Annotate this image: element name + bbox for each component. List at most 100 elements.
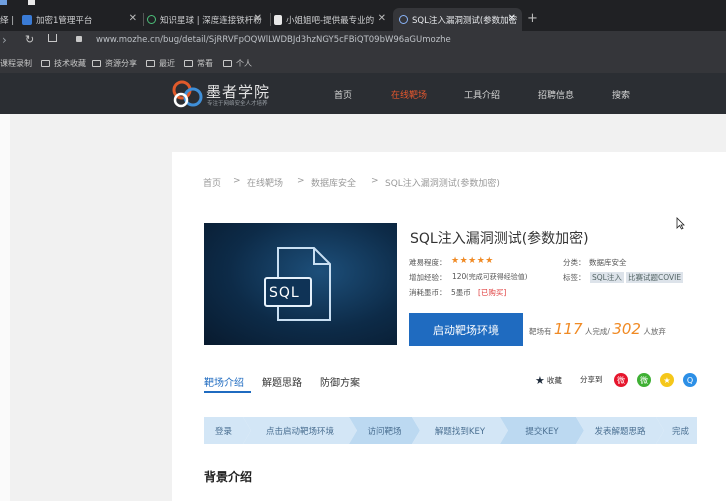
tab-label: 知识星球 | 深度连接铁杆粉 (160, 15, 262, 26)
nav-online-range[interactable]: 在线靶场 (391, 88, 427, 101)
favorite-button[interactable]: ★ 收藏 (535, 374, 562, 387)
difficulty-stars: ★★★★★ (451, 256, 494, 266)
folder-icon (146, 60, 155, 67)
browser-tab-active[interactable]: SQL注入漏洞测试(参数加密 ✕ (393, 8, 522, 31)
category-label: 分类： (563, 258, 586, 267)
close-icon[interactable]: ✕ (378, 13, 386, 24)
section-heading: 背景介绍 (204, 470, 253, 484)
step-post-solution: 发表解题思路 (594, 426, 646, 437)
page-favicon (274, 14, 282, 25)
tab-divider (143, 13, 144, 26)
tab-divider (270, 13, 271, 26)
close-icon[interactable]: ✕ (508, 13, 516, 24)
favorite-label: 收藏 (546, 376, 562, 385)
bookmark-folder[interactable]: 常看 (184, 58, 213, 69)
step-login: 登录 (214, 426, 232, 437)
tab-range-intro[interactable]: 靶场介绍 (204, 374, 244, 389)
tags-label: 标签： (563, 273, 586, 282)
qzone-icon[interactable]: ★ (660, 373, 674, 387)
nav-tools[interactable]: 工具介绍 (464, 88, 500, 101)
stat-prefix: 靶场有 (529, 327, 552, 336)
breadcrumb-separator: > (371, 176, 379, 186)
reload-icon[interactable]: ↻ (25, 33, 34, 46)
url-text[interactable]: www.mozhe.cn/bug/detail/SjRRVFpOQWlLWDBJ… (96, 35, 451, 45)
mouse-cursor-icon (676, 217, 685, 230)
qq-icon[interactable]: Q (683, 373, 697, 387)
bookmark-label: 技术收藏 (54, 59, 86, 68)
category-value[interactable]: 数据库安全 (589, 257, 627, 268)
step-find-key: 解题找到KEY (434, 426, 486, 437)
mozhe-logo-icon[interactable] (171, 79, 205, 109)
step-complete: 完成 (671, 426, 689, 437)
nav-home[interactable]: 首页 (334, 88, 352, 101)
completed-suffix: 人完成/ (584, 327, 610, 336)
tab-label: 小姐姐吧-提供最专业的 (286, 15, 375, 26)
close-icon[interactable]: ✕ (129, 13, 137, 24)
bookmark-label: 课程录制 (0, 59, 32, 68)
breadcrumb-online-range[interactable]: 在线靶场 (247, 176, 283, 189)
window-icon (28, 0, 35, 5)
browser-tab[interactable]: 绎 | (0, 8, 24, 31)
bookmark-label: 常看 (197, 59, 213, 68)
folder-icon (223, 60, 232, 67)
bookmark-label: 最近 (159, 59, 175, 68)
close-icon[interactable]: ✕ (254, 13, 262, 24)
tag-competition[interactable]: 比赛试题COVIE (626, 272, 684, 283)
browser-tab[interactable]: 知识星球 | 深度连接铁杆粉 ✕ (147, 8, 268, 31)
exp-label: 增加经验： (409, 273, 447, 282)
step-start-range: 点击启动靶场环境 (265, 426, 334, 437)
breadcrumb-home[interactable]: 首页 (203, 176, 221, 189)
challenge-title: SQL注入漏洞测试(参数加密) (410, 231, 589, 247)
solve-steps: 登录 点击启动靶场环境 访问靶场 解题找到KEY 提交KEY 发表解题思路 完成 (204, 417, 697, 444)
home-icon[interactable] (48, 34, 57, 42)
tab-label: SQL注入漏洞测试(参数加密 (412, 15, 518, 26)
bookmark-label: 资源分享 (105, 59, 137, 68)
site-favicon (22, 14, 32, 25)
page-margin (0, 114, 10, 501)
breadcrumb-current: SQL注入漏洞测试(参数加密) (385, 179, 500, 189)
star-icon: ★ (535, 374, 545, 387)
completed-count: 117 (553, 320, 583, 338)
wechat-icon[interactable]: 微 (637, 373, 651, 387)
folder-icon (92, 60, 101, 67)
browser-tab[interactable]: 小姐姐吧-提供最专业的 ✕ (274, 8, 392, 31)
tab-solution-ideas[interactable]: 解题思路 (262, 374, 302, 389)
bookmark-folder[interactable]: 资源分享 (92, 58, 137, 69)
purchased-badge: [已购买] (478, 288, 507, 297)
step-visit-range: 访问靶场 (367, 426, 402, 437)
completion-stats: 靶场有 117 人完成/ 302 人放弃 (529, 320, 666, 338)
folder-icon (184, 60, 193, 67)
sql-file-label: SQL (269, 285, 300, 301)
weibo-icon[interactable]: 微 (614, 373, 628, 387)
step-submit-key: 提交KEY (525, 426, 559, 437)
breadcrumb-separator: > (233, 176, 241, 186)
tag-sql-injection[interactable]: SQL注入 (590, 272, 624, 283)
tab-label: 绎 | (0, 15, 15, 26)
mozhe-favicon (399, 15, 408, 24)
bookmark-folder[interactable]: 技术收藏 (41, 58, 86, 69)
bookmark-folder[interactable]: 个人 (223, 58, 252, 69)
window-icon (0, 0, 7, 5)
breadcrumb-db-security[interactable]: 数据库安全 (311, 176, 356, 189)
browser-tab[interactable]: 加密1管理平台 ✕ (22, 8, 143, 31)
new-tab-icon[interactable]: + (527, 11, 538, 26)
site-slogan: 专注于网络安全人才培养 (207, 101, 268, 107)
tab-label: 加密1管理平台 (36, 15, 93, 26)
abandoned-suffix: 人放弃 (643, 327, 666, 336)
lock-icon[interactable] (76, 36, 82, 42)
abandoned-count: 302 (612, 320, 641, 338)
active-tab-underline (204, 391, 251, 393)
tab-defense-plan[interactable]: 防御方案 (320, 374, 360, 389)
breadcrumb-separator: > (297, 176, 305, 186)
coin-value: 5墨币 (451, 288, 471, 297)
forward-icon[interactable]: › (2, 33, 7, 47)
bookmark-folder[interactable]: 最近 (146, 58, 175, 69)
nav-jobs[interactable]: 招聘信息 (538, 88, 574, 101)
difficulty-label: 难易程度： (409, 258, 447, 267)
zsxq-favicon (147, 15, 156, 24)
coin-label: 消耗墨币： (409, 288, 447, 297)
bookmark-item[interactable]: 课程录制 (0, 58, 32, 69)
nav-search[interactable]: 搜索 (612, 88, 630, 101)
share-label: 分享到 (580, 375, 603, 384)
start-range-button[interactable]: 启动靶场环境 (409, 313, 523, 346)
